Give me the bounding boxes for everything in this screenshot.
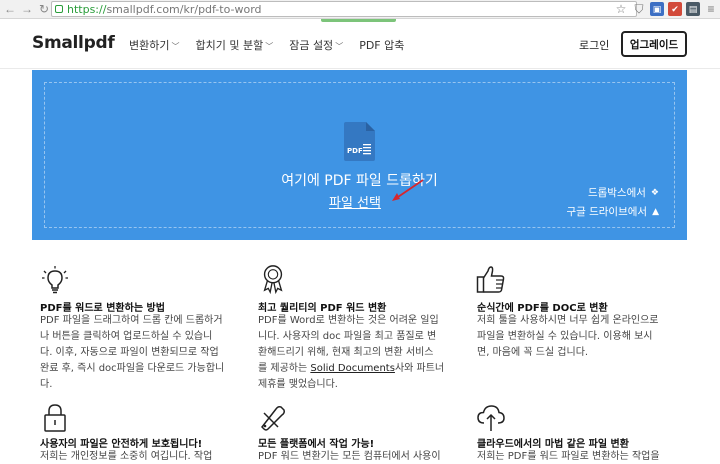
address-bar[interactable]: https:// smallpdf.com/kr/pdf-to-word [51, 1, 637, 17]
feature-line-part: 를 제공하는 [258, 363, 311, 374]
upgrade-button[interactable]: 업그레이드 [621, 31, 687, 57]
feature-line: 저희는 PDF를 워드 파일로 변환하는 작업을 [477, 451, 660, 462]
feature-description: PDF를 Word로 변환하는 것은 어려운 일입 니다. 사용자의 doc 파… [258, 313, 458, 393]
feature-line: 제휴를 맺었습니다. [258, 379, 338, 390]
logo[interactable]: Smallpdf [32, 33, 115, 53]
chevron-down-icon: ﹀ [335, 42, 344, 51]
back-icon[interactable]: ← [3, 2, 17, 16]
padlock-icon [44, 404, 66, 432]
feature-title: 순식간에 PDF를 DOC로 변환 [477, 303, 608, 314]
feature-title: 최고 퀄리티의 PDF 워드 변환 [258, 303, 387, 314]
shield-extension-icon[interactable]: ⛉ [632, 2, 646, 16]
url-scheme: https:// [67, 2, 107, 16]
award-ribbon-icon [263, 265, 283, 294]
feature-title: 사용자의 파일은 안전하게 보호됩니다! [40, 439, 203, 450]
solid-documents-link[interactable]: Solid Documents [310, 363, 395, 374]
feature-line: 다. 이후, 자동으로 파일이 변환되므로 작업 [40, 347, 219, 358]
extension-red-icon[interactable]: ✔ [668, 2, 682, 16]
feature-title: 클라우드에서의 마법 같은 파일 변환 [477, 439, 629, 450]
nav-convert-label: 변환하기 [129, 39, 170, 52]
feature-line: PDF 파일을 드래그하여 드롭 칸에 드롭하거 [40, 315, 223, 326]
star-icon[interactable]: ☆ [614, 2, 628, 16]
chevron-down-icon: ﹀ [265, 42, 274, 51]
feature-title: PDF를 워드로 변환하는 방법 [40, 303, 165, 314]
url-path: smallpdf.com/kr/pdf-to-word [106, 2, 262, 16]
browser-toolbar: ← → ↻ https:// smallpdf.com/kr/pdf-to-wo… [0, 0, 720, 19]
cloud-upload-icon [477, 405, 505, 431]
reload-icon[interactable]: ↻ [37, 2, 51, 16]
nav-compress[interactable]: PDF 압축 [359, 37, 404, 53]
site-header: Smallpdf 변환하기 ﹀ 합치기 및 분할 ﹀ 잠금 설정 ﹀ PDF 압축 로… [0, 20, 720, 69]
feature-line: 환해드리기 위해, 현재 최고의 변환 서비스 [258, 347, 434, 358]
feature-title: 모든 플랫폼에서 작업 가능! [258, 439, 375, 450]
feature-description: 저희는 PDF를 워드 파일로 변환하는 작업을 [477, 449, 677, 464]
feature-line: 완료 후, 즉시 doc파일을 다운로드 가능합니 [40, 363, 225, 374]
feature-description: PDF 파일을 드래그하여 드롭 칸에 드롭하거 나 버튼을 클릭하여 업로드하… [40, 313, 240, 393]
feature-line: 파일을 변환하실 수 있습니다. 이용해 보시 [477, 331, 653, 342]
nav-merge-split-label: 합치기 및 분할 [195, 39, 264, 52]
pdf-icon-label: PDF [347, 147, 363, 155]
lock-icon [55, 5, 63, 13]
feature-description: 저희 툴을 사용하시면 너무 쉽게 온라인으로 파일을 변환하실 수 있습니다.… [477, 313, 677, 361]
google-drive-icon: ▲ [652, 206, 659, 217]
google-drive-link[interactable]: 구글 드라이브에서 ▲ [566, 204, 659, 219]
lightbulb-icon [42, 266, 68, 294]
main-nav: 변환하기 ﹀ 합치기 및 분할 ﹀ 잠금 설정 ﹀ PDF 압축 [129, 37, 420, 53]
feature-description: 저희는 개인정보를 소중히 여깁니다. 작업 [40, 449, 240, 464]
nav-lock-label: 잠금 설정 [289, 39, 334, 52]
choose-file-link[interactable]: 파일 선택 [329, 192, 381, 211]
dropbox-icon: ❖ [650, 187, 659, 198]
dropbox-link[interactable]: 드롭박스에서 ❖ [588, 185, 659, 200]
forward-icon[interactable]: → [20, 2, 34, 16]
nav-merge-split[interactable]: 합치기 및 분할 ﹀ [195, 37, 273, 53]
feature-line: 를 제공하는 Solid Documents사와 파트너 [258, 361, 458, 377]
thumbs-up-icon [476, 266, 505, 293]
red-arrow-annotation [392, 179, 424, 201]
file-drop-zone[interactable]: PDF 여기에 PDF 파일 드롭하기 파일 선택 드롭박스에서 ❖ 구글 드라… [32, 70, 687, 240]
feature-line: PDF 워드 변환기는 모든 컴퓨터에서 사용이 [258, 451, 441, 462]
feature-line: 다. [40, 379, 53, 390]
feature-line: 나 버튼을 클릭하여 업로드하실 수 있습니 [40, 331, 213, 342]
extension-blue-icon[interactable]: ▣ [650, 2, 664, 16]
feature-line: 니다. 사용자의 doc 파일을 최고 품질로 변 [258, 331, 437, 342]
extension-dark-icon[interactable]: ▤ [686, 2, 700, 16]
nav-convert[interactable]: 변환하기 ﹀ [129, 37, 179, 53]
menu-icon[interactable]: ≡ [704, 2, 718, 16]
nav-lock[interactable]: 잠금 설정 ﹀ [289, 37, 343, 53]
tools-icon [261, 406, 285, 431]
feature-line: 저희 툴을 사용하시면 너무 쉽게 온라인으로 [477, 315, 659, 326]
feature-line: 면, 마음에 꼭 드실 겁니다. [477, 347, 589, 358]
pdf-file-icon: PDF [344, 122, 375, 161]
login-link[interactable]: 로그인 [579, 37, 609, 53]
dropbox-label: 드롭박스에서 [587, 187, 646, 199]
feature-line: 저희는 개인정보를 소중히 여깁니다. 작업 [40, 451, 213, 462]
feature-line-part: 사와 파트너 [394, 363, 445, 374]
chevron-down-icon: ﹀ [171, 42, 180, 51]
feature-description: PDF 워드 변환기는 모든 컴퓨터에서 사용이 [258, 449, 458, 464]
nav-compress-label: PDF 압축 [359, 39, 405, 52]
google-drive-label: 구글 드라이브에서 [566, 206, 648, 218]
feature-line: PDF를 Word로 변환하는 것은 어려운 일입 [258, 315, 439, 326]
